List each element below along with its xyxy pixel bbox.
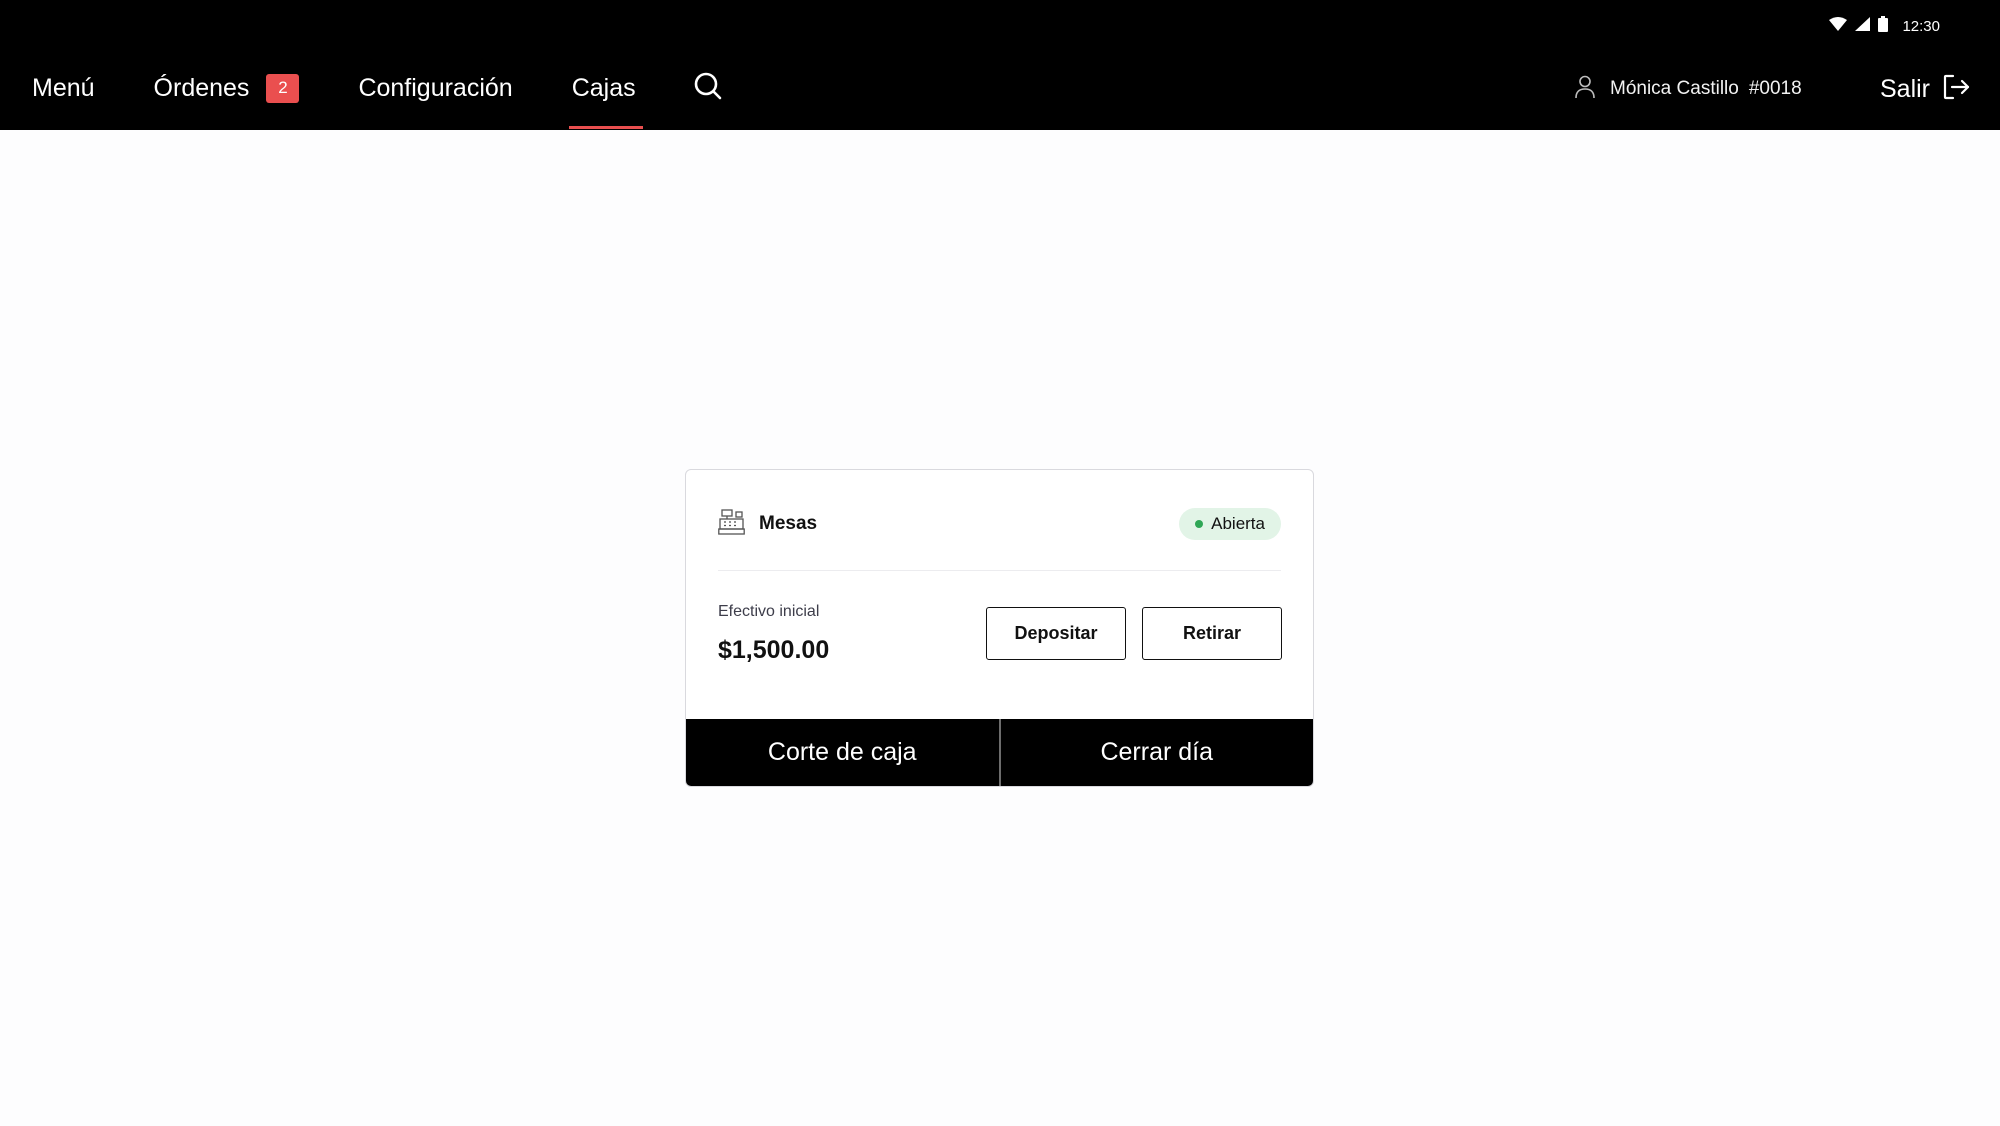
register-name: Mesas: [759, 513, 818, 534]
battery-icon: [1878, 15, 1889, 37]
nav-item-label: Órdenes: [153, 73, 250, 102]
status-dot-icon: [1195, 520, 1204, 528]
deposit-button[interactable]: Depositar: [986, 607, 1126, 660]
wifi-icon: [1829, 16, 1848, 36]
logout-icon: [1942, 73, 1970, 106]
nav-item-registers[interactable]: Cajas: [568, 68, 643, 129]
nav-item-orders[interactable]: Órdenes 2: [154, 68, 300, 108]
card-header: Mesas Abierta: [718, 506, 1281, 542]
nav-item-menu[interactable]: Menú: [32, 68, 95, 108]
user-name: Mónica Castillo: [1610, 78, 1739, 99]
status-badge: Abierta: [1179, 508, 1281, 540]
user-icon: [1574, 75, 1596, 104]
user-id: #0018: [1748, 78, 1802, 99]
top-bar: 12:30 Menú Órdenes 2 Configuración Cajas: [0, 0, 2000, 130]
cash-register-icon: [718, 508, 745, 540]
status-label: Abierta: [1211, 514, 1265, 533]
search-button[interactable]: [694, 72, 724, 105]
current-user: Mónica Castillo #0018: [1574, 72, 1802, 106]
nav-item-label: Cajas: [571, 73, 636, 102]
logout-label: Salir: [1879, 74, 1930, 103]
main-nav: Menú Órdenes 2 Configuración Cajas: [32, 68, 724, 129]
signal-icon: [1855, 16, 1871, 36]
nav-item-label: Configuración: [358, 73, 513, 102]
search-icon: [694, 72, 722, 105]
initial-cash-label: Efectivo inicial: [718, 603, 820, 620]
orders-count-badge: 2: [266, 73, 300, 103]
nav-item-label: Menú: [32, 73, 95, 102]
card-actions: Corte de caja Cerrar día: [686, 719, 1313, 786]
cash-cut-button[interactable]: Corte de caja: [686, 719, 999, 786]
nav-item-settings[interactable]: Configuración: [358, 68, 512, 108]
cash-register-card: Mesas Abierta Efectivo inicial $1,500.00…: [685, 469, 1314, 787]
clock: 12:30: [1902, 17, 1940, 35]
system-status-bar: 12:30: [1829, 14, 1940, 38]
withdraw-button[interactable]: Retirar: [1142, 607, 1282, 660]
logout-button[interactable]: Salir: [1880, 72, 1970, 106]
divider: [718, 570, 1281, 571]
initial-cash-value: $1,500.00: [718, 636, 830, 664]
close-day-button[interactable]: Cerrar día: [1001, 719, 1314, 786]
